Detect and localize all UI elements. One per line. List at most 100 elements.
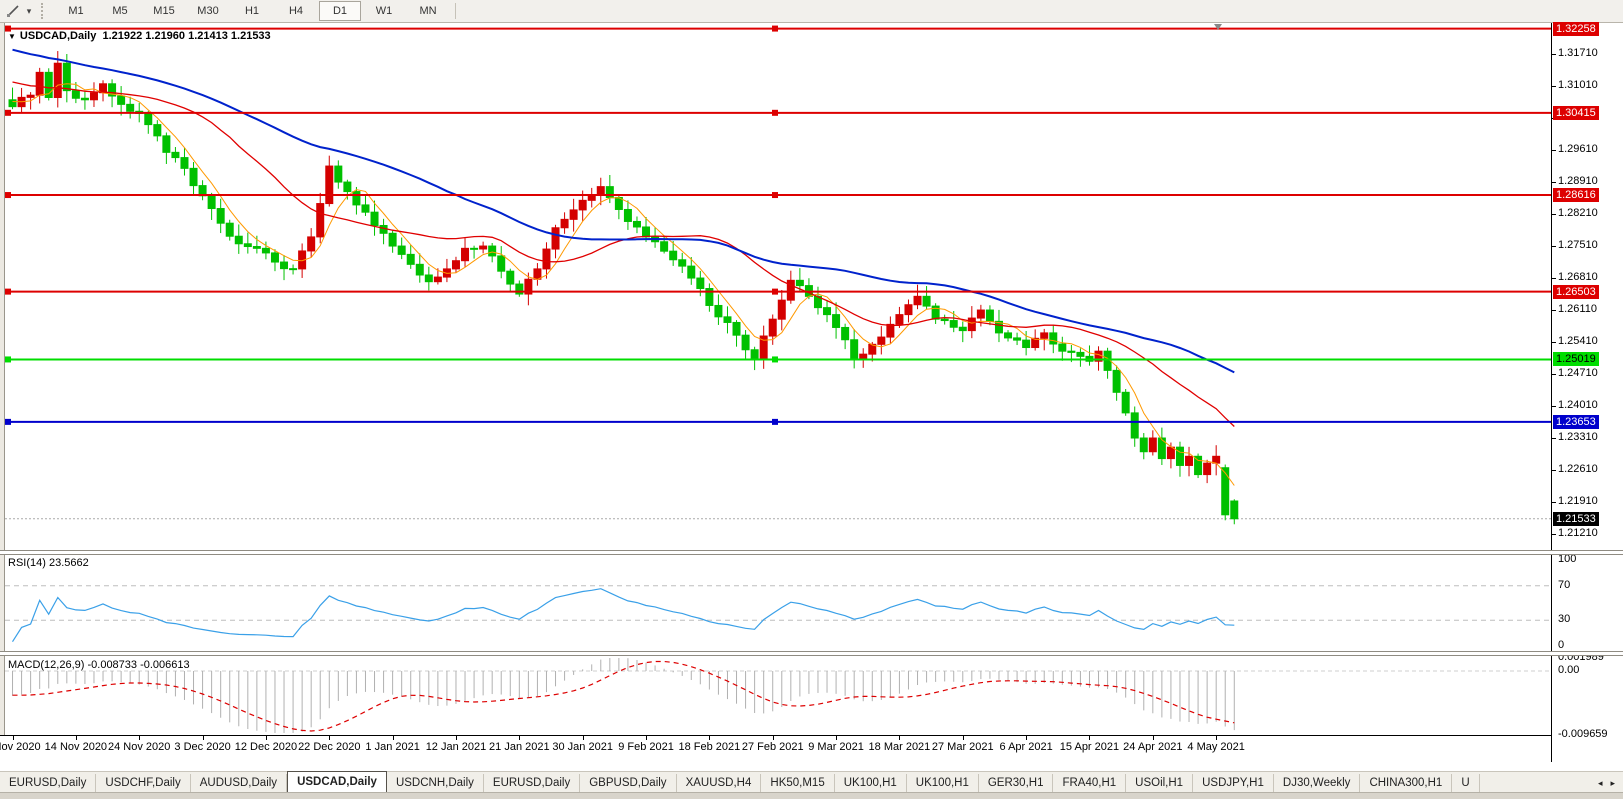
tab-scroll-right-icon[interactable]: ▸ bbox=[1606, 778, 1619, 789]
date-tick-mark bbox=[1026, 736, 1027, 740]
candle-body bbox=[597, 187, 604, 195]
candle-body bbox=[226, 223, 233, 236]
candle-body bbox=[661, 242, 668, 251]
date-axis[interactable]: 5 Nov 202014 Nov 202024 Nov 20203 Dec 20… bbox=[0, 735, 1551, 762]
candle-body bbox=[471, 248, 478, 249]
candle-body bbox=[643, 227, 650, 237]
symbol-dropdown-icon[interactable]: ▼ bbox=[8, 32, 16, 41]
price-tick-mark bbox=[1552, 214, 1556, 215]
candle-body bbox=[543, 249, 550, 269]
timeframe-button-h4[interactable]: H4 bbox=[275, 1, 317, 21]
candle-body bbox=[489, 246, 496, 256]
line-drag-handle[interactable] bbox=[772, 26, 778, 32]
candle-body bbox=[688, 266, 695, 278]
date-tick-mark bbox=[266, 736, 267, 740]
panel-divider[interactable] bbox=[0, 550, 1623, 555]
candle-body bbox=[1222, 468, 1229, 515]
chart-tab-china300h1[interactable]: CHINA300,H1 bbox=[1360, 774, 1452, 793]
line-drag-handle[interactable] bbox=[772, 419, 778, 425]
macd-panel[interactable]: MACD(12,26,9) -0.008733 -0.006613 bbox=[0, 655, 1551, 735]
candle-body bbox=[1149, 438, 1156, 452]
price-tick-label: 1.31710 bbox=[1558, 47, 1598, 59]
price-tick-mark bbox=[1552, 182, 1556, 183]
candle-body bbox=[1059, 344, 1066, 351]
price-chart-plot[interactable]: ▼USDCAD,Daily 1.21922 1.21960 1.21413 1.… bbox=[0, 23, 1551, 550]
candle-body bbox=[353, 192, 360, 205]
candle-body bbox=[941, 319, 948, 320]
chart-tab-usdchfdaily[interactable]: USDCHF,Daily bbox=[96, 774, 190, 793]
macd-axis-label: -0.009659 bbox=[1558, 728, 1608, 740]
line-drag-handle[interactable] bbox=[5, 110, 11, 116]
price-tick-label: 1.27510 bbox=[1558, 239, 1598, 251]
chart-tab-usdcnhdaily[interactable]: USDCNH,Daily bbox=[387, 774, 484, 793]
candle-body bbox=[154, 125, 161, 136]
chart-tab-dj30weekly[interactable]: DJ30,Weekly bbox=[1274, 774, 1361, 793]
candle-body bbox=[208, 196, 215, 209]
panel-divider[interactable] bbox=[0, 651, 1623, 656]
date-label: 4 May 2021 bbox=[1171, 741, 1261, 753]
line-drag-handle[interactable] bbox=[772, 289, 778, 295]
price-tick-mark bbox=[1552, 534, 1556, 535]
price-badge: 1.28616 bbox=[1553, 188, 1599, 202]
candle-body bbox=[914, 296, 921, 304]
chart-tab-audusddaily[interactable]: AUDUSD,Daily bbox=[191, 774, 287, 793]
timeframe-button-w1[interactable]: W1 bbox=[363, 1, 405, 21]
tab-scroll-left-icon[interactable]: ◂ bbox=[1594, 778, 1607, 789]
chart-tab-usdcaddaily[interactable]: USDCAD,Daily bbox=[287, 771, 387, 793]
chart-tab-usoilh1[interactable]: USOil,H1 bbox=[1126, 774, 1193, 793]
price-tick-label: 1.26810 bbox=[1558, 271, 1598, 283]
line-drag-handle[interactable] bbox=[5, 192, 11, 198]
candle-body bbox=[633, 221, 640, 227]
timeframe-button-m30[interactable]: M30 bbox=[187, 1, 229, 21]
line-drag-handle[interactable] bbox=[5, 289, 11, 295]
timeframe-button-d1[interactable]: D1 bbox=[319, 1, 361, 21]
candle-body bbox=[181, 158, 188, 169]
candle-body bbox=[362, 205, 369, 212]
candle-body bbox=[244, 244, 251, 247]
line-drag-handle[interactable] bbox=[772, 356, 778, 362]
chart-tab-fra40h1[interactable]: FRA40,H1 bbox=[1053, 774, 1126, 793]
chart-tab-uk100h1[interactable]: UK100,H1 bbox=[835, 774, 907, 793]
candle-body bbox=[452, 261, 459, 269]
tool-dropdown-caret-icon[interactable]: ▾ bbox=[23, 6, 35, 17]
toolbar-separator bbox=[455, 3, 456, 19]
price-badge: 1.23653 bbox=[1553, 415, 1599, 429]
chart-tab-ger30h1[interactable]: GER30,H1 bbox=[979, 774, 1054, 793]
price-tick-label: 1.21210 bbox=[1558, 527, 1598, 539]
timeframe-button-m5[interactable]: M5 bbox=[99, 1, 141, 21]
rsi-panel[interactable]: RSI(14) 23.5662 bbox=[0, 553, 1551, 651]
chart-tab-gbpusddaily[interactable]: GBPUSD,Daily bbox=[580, 774, 676, 793]
rsi-line bbox=[13, 589, 1235, 642]
chart-tab-eurusddaily[interactable]: EURUSD,Daily bbox=[0, 774, 96, 793]
chart-tab-bar: EURUSD,DailyUSDCHF,DailyAUDUSD,DailyUSDC… bbox=[0, 771, 1623, 793]
candle-body bbox=[416, 264, 423, 275]
line-drag-handle[interactable] bbox=[772, 110, 778, 116]
chart-tab-uk100h1[interactable]: UK100,H1 bbox=[907, 774, 979, 793]
toolbar: ▾ M1M5M15M30H1H4D1W1MN bbox=[0, 0, 1623, 23]
line-drag-handle[interactable] bbox=[5, 356, 11, 362]
candle-body bbox=[407, 254, 414, 264]
price-badge: 1.25019 bbox=[1553, 352, 1599, 366]
price-tick-mark bbox=[1552, 86, 1556, 87]
macd-axis-label: 0.00 bbox=[1558, 664, 1579, 676]
crosshair-tool-icon[interactable] bbox=[3, 2, 23, 20]
timeframe-button-m1[interactable]: M1 bbox=[55, 1, 97, 21]
chart-tab-hk50m15[interactable]: HK50,M15 bbox=[761, 774, 834, 793]
candle-body bbox=[1176, 447, 1183, 465]
toolbar-grip bbox=[41, 3, 48, 19]
timeframe-button-h1[interactable]: H1 bbox=[231, 1, 273, 21]
candle-body bbox=[733, 322, 740, 335]
line-drag-handle[interactable] bbox=[772, 192, 778, 198]
chart-tab-xauusdh4[interactable]: XAUUSD,H4 bbox=[677, 774, 762, 793]
price-tick-mark bbox=[1552, 374, 1556, 375]
chart-tab-u[interactable]: U bbox=[1452, 774, 1479, 793]
timeframe-button-m15[interactable]: M15 bbox=[143, 1, 185, 21]
candle-body bbox=[480, 246, 487, 249]
chart-tab-eurusddaily[interactable]: EURUSD,Daily bbox=[484, 774, 580, 793]
chart-tab-usdjpyh1[interactable]: USDJPY,H1 bbox=[1193, 774, 1274, 793]
candle-body bbox=[959, 327, 966, 330]
line-drag-handle[interactable] bbox=[5, 419, 11, 425]
candle-body bbox=[253, 247, 260, 249]
timeframe-button-mn[interactable]: MN bbox=[407, 1, 449, 21]
candle-body bbox=[769, 319, 776, 336]
